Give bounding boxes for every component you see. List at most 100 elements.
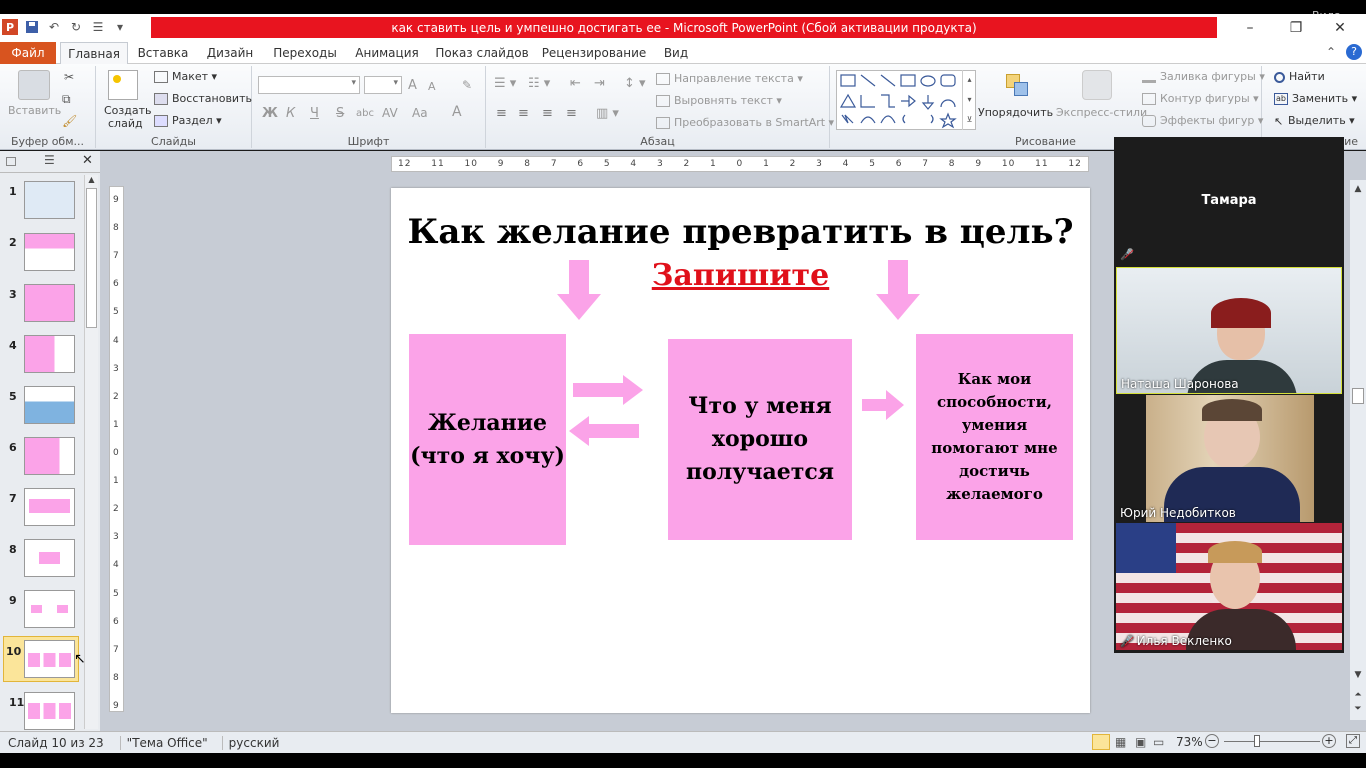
new-slide-icon[interactable] [108, 70, 138, 100]
italic-button[interactable]: К [286, 106, 295, 121]
fit-to-window-icon[interactable]: ⤢ [1346, 734, 1360, 748]
down-arrow-right[interactable] [876, 260, 920, 320]
reading-view-icon[interactable]: ▣ [1135, 735, 1146, 749]
minimize-button[interactable]: – [1230, 16, 1270, 40]
powerpoint-icon[interactable]: P [2, 19, 18, 35]
status-language[interactable]: русский [221, 735, 279, 750]
slide-thumbnail-2[interactable] [24, 233, 75, 271]
text-direction-button[interactable]: Направление текста ▾ [656, 72, 803, 85]
slide-scrollbar[interactable]: ▲ ▼ ⏶ ⏷ [1350, 180, 1366, 720]
zoom-out-button[interactable]: − [1205, 734, 1219, 748]
thumbnail-scrollbar[interactable]: ▲ [84, 175, 98, 729]
slide-thumbnail-8[interactable] [24, 539, 75, 577]
smartart-button[interactable]: Преобразовать в SmartArt ▾ [656, 116, 834, 129]
tab-design[interactable]: Дизайн [200, 42, 260, 64]
status-theme[interactable]: "Тема Office" [119, 735, 208, 750]
quick-styles-icon[interactable] [1082, 70, 1112, 100]
tab-insert[interactable]: Вставка [134, 42, 192, 64]
find-button[interactable]: Найти [1274, 70, 1325, 83]
change-case-button[interactable]: Aa [412, 106, 428, 120]
arrange-icon[interactable] [1002, 70, 1032, 100]
slide-thumbnail-10[interactable] [24, 640, 75, 678]
shapes-gallery[interactable] [836, 70, 976, 130]
shadow-button[interactable]: abc [356, 108, 374, 119]
bullets-list-icon[interactable]: ☰ ▾ [494, 76, 516, 91]
close-button[interactable]: ✕ [1320, 16, 1360, 40]
participant-name-tamara[interactable]: Тамара [1114, 193, 1344, 208]
slide-thumbnail-7[interactable] [24, 488, 75, 526]
video-tile-ilya[interactable]: 🎤̸ Илья Векленко [1116, 523, 1342, 650]
slide-thumbnail-11[interactable] [24, 692, 75, 730]
bullets-icon[interactable]: ☰ [90, 19, 106, 35]
font-name-select[interactable]: ▾ [258, 76, 360, 94]
justify-icon[interactable]: ≡ [566, 106, 577, 121]
columns-icon[interactable]: ▥ ▾ [596, 106, 619, 121]
shapes-gallery-scroll[interactable]: ▴ ▾ ⊻ [962, 70, 976, 130]
outline-view-tab-icon[interactable]: ☰ [44, 153, 55, 167]
slide-thumbnail-3[interactable] [24, 284, 75, 322]
video-tile-natasha[interactable]: Наташа Шаронова [1116, 267, 1342, 394]
collapse-ribbon-icon[interactable]: ⌃ [1326, 45, 1336, 59]
grow-font-icon[interactable]: A [408, 78, 417, 93]
arrange-button[interactable]: Упорядочить [978, 106, 1053, 119]
slide-subtitle[interactable]: Запишите [391, 258, 1090, 293]
box-abilities[interactable]: Как мои способности, умения помогают мне… [916, 334, 1073, 540]
shrink-font-icon[interactable]: A [428, 80, 436, 93]
video-tile-yuri[interactable]: Юрий Недобитков [1116, 395, 1342, 522]
numbering-icon[interactable]: ☷ ▾ [528, 76, 550, 91]
zoom-slider-thumb[interactable] [1254, 735, 1260, 747]
tab-slideshow[interactable]: Показ слайдов [434, 42, 530, 64]
tab-review[interactable]: Рецензирование [540, 42, 648, 64]
paste-button[interactable]: Вставить [8, 104, 61, 117]
align-center-icon[interactable]: ≡ [518, 106, 529, 121]
customize-qat-icon[interactable]: ▾ [112, 19, 128, 35]
strikethrough-button[interactable]: S [336, 106, 344, 121]
down-arrow-left[interactable] [557, 260, 601, 320]
close-panel-icon[interactable]: ✕ [82, 153, 93, 168]
underline-button[interactable]: Ч [310, 106, 319, 121]
font-color-button[interactable]: A [452, 104, 462, 120]
slide-title[interactable]: Как желание превратить в цель? [391, 212, 1090, 252]
tab-animations[interactable]: Анимация [350, 42, 424, 64]
slide-thumbnail-4[interactable] [24, 335, 75, 373]
box-desire[interactable]: Желание (что я хочу) [409, 334, 566, 545]
tab-file[interactable]: Файл [0, 42, 56, 64]
section-button[interactable]: Раздел ▾ [154, 114, 222, 127]
layout-button[interactable]: Макет ▾ [154, 70, 217, 83]
decrease-indent-icon[interactable]: ⇤ [570, 76, 581, 91]
cut-icon[interactable]: ✂ [64, 70, 74, 84]
restore-button[interactable]: ❐ [1276, 16, 1316, 40]
zoom-in-button[interactable]: + [1322, 734, 1336, 748]
new-slide-button[interactable]: Создать [104, 104, 152, 117]
replace-button[interactable]: ab Заменить ▾ [1274, 92, 1357, 105]
reset-button[interactable]: Восстановить [154, 92, 252, 105]
char-spacing-button[interactable]: AV [382, 106, 398, 120]
slide-thumbnail-1[interactable] [24, 181, 75, 219]
slide-thumbnail-5[interactable] [24, 386, 75, 424]
tab-home[interactable]: Главная [60, 42, 128, 64]
shape-outline-button[interactable]: Контур фигуры ▾ [1142, 92, 1259, 105]
slide-canvas[interactable]: Как желание превратить в цель? Запишите … [391, 188, 1090, 713]
select-button[interactable]: ↖ Выделить ▾ [1274, 114, 1355, 128]
box-good-at[interactable]: Что у меня хорошо получается [668, 339, 852, 540]
slide-thumbnail-6[interactable] [24, 437, 75, 475]
increase-indent-icon[interactable]: ⇥ [594, 76, 605, 91]
shape-fill-button[interactable]: Заливка фигуры ▾ [1142, 70, 1265, 83]
slide-thumbnail-9[interactable] [24, 590, 75, 628]
vertical-ruler[interactable]: 9 8 7 6 5 4 3 2 1 0 1 2 3 4 5 6 7 8 9 [109, 186, 124, 712]
shape-effects-button[interactable]: Эффекты фигур ▾ [1142, 114, 1263, 127]
slide-sorter-icon[interactable]: ▦ [1115, 735, 1126, 749]
normal-view-button[interactable] [1092, 734, 1110, 750]
align-left-icon[interactable]: ≡ [496, 106, 507, 121]
arrow-right-exchange[interactable] [573, 375, 645, 405]
zoom-slider-track[interactable] [1224, 741, 1320, 742]
paste-icon[interactable] [18, 70, 50, 100]
bold-button[interactable]: Ж [262, 106, 278, 121]
slides-view-tab-icon[interactable] [6, 157, 16, 166]
clear-format-icon[interactable]: ✎ [462, 78, 472, 92]
align-text-button[interactable]: Выровнять текст ▾ [656, 94, 782, 107]
arrow-right-single[interactable] [862, 390, 904, 420]
save-icon[interactable] [24, 19, 40, 35]
redo-icon[interactable]: ↻ [68, 19, 84, 35]
undo-icon[interactable]: ↶ [46, 19, 62, 35]
